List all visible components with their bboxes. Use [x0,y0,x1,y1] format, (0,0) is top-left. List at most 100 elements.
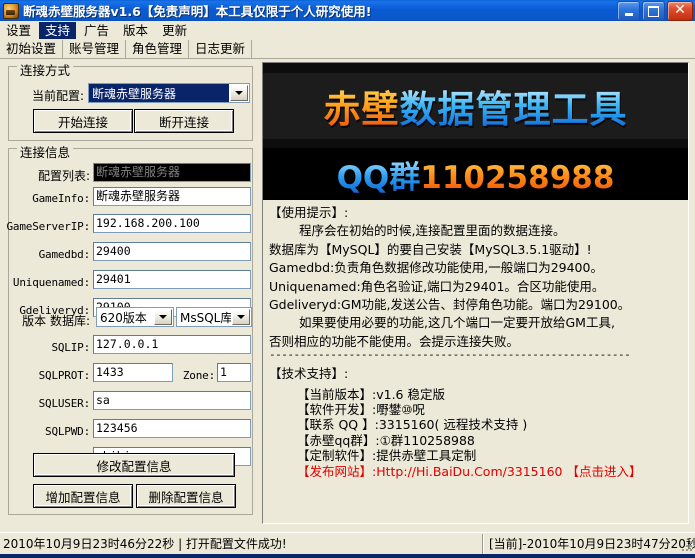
support-row-qqgroup: 【赤壁qq群】:①群110258988 [297,433,682,448]
config-list-label: 配置列表: [20,167,90,184]
tab-role-management[interactable]: 角色管理 [126,40,189,58]
tips-line-1: 程序会在初始的时候,连接配置里面的数据连接。 [269,222,682,240]
tab-strip: 初始设置 账号管理 角色管理 日志更新 [0,39,695,59]
application-window: 断魂赤壁服务器v1.6【免责声明】本工具仅限于个人研究使用! ✕ 设置 支持 广… [0,0,695,558]
divider: ----------------------------------------… [269,350,682,360]
chevron-down-icon[interactable] [230,85,248,101]
add-config-button[interactable]: 增加配置信息 [33,484,133,508]
support-row-developer: 【软件开发】:嘢鐢⑩呪 [297,402,682,417]
uniquenamed-input[interactable]: 29401 [93,270,251,289]
tab-initial-settings[interactable]: 初始设置 [0,40,63,58]
menu-item-version[interactable]: 版本 [117,22,154,39]
sqluser-label: SQLUSER: [10,397,90,410]
banner-qq-row: QQ群110258988 [263,148,688,200]
tips-line-5: Gdeliveryd:GM功能,发送公告、封停角色功能。端口为29100。 [269,296,682,314]
sqlpwd-input[interactable]: 123456 [93,419,251,438]
version-combobox[interactable]: 620版本 [96,307,174,327]
tips-heading: 【使用提示】: [269,204,682,222]
gameinfo-label: GameInfo: [10,192,90,205]
info-pane: 赤壁数据管理工具 QQ群110258988 【使用提示】: 程序会在初始的时候,… [262,62,689,524]
status-bar: 2010年10月9日23时46分22秒 | 打开配置文件成功! [当前]-201… [0,532,695,554]
support-key-version: 【当前版本】: [297,387,376,402]
banner-title-part2: 数据管理工具 [400,88,628,131]
banner-title: 赤壁数据管理工具 [324,79,628,133]
sqluser-input[interactable]: sa [93,391,251,410]
banner-title-row: 赤壁数据管理工具 [263,63,688,148]
status-message: 2010年10月9日23时46分22秒 | 打开配置文件成功! [0,534,483,554]
support-key-developer: 【软件开发】: [297,402,376,417]
menu-item-support[interactable]: 支持 [39,22,76,39]
tips-line-4: Uniquenamed:角色名验证,端口为29401。合区功能使用。 [269,278,682,296]
current-config-value: 断魂赤壁服务器 [89,84,229,102]
tips-line-2: 数据库为【MySQL】的要自己安装【MySQL3.5.1驱动】! [269,241,682,259]
tab-log-update[interactable]: 日志更新 [189,40,252,58]
gameserverip-label: GameServerIP: [2,220,90,233]
support-heading: 【技术支持】: [269,365,682,383]
database-combobox[interactable]: MsSQL库 [176,307,252,327]
config-list-listbox[interactable]: 断魂赤壁服务器 [93,163,251,182]
menu-item-update[interactable]: 更新 [156,22,193,39]
support-value-version: v1.6 稳定版 [376,387,445,402]
support-value-custom: 提供赤壁工具定制 [376,448,476,463]
banner-qq-group: QQ群110258988 [337,152,615,197]
zone-input[interactable]: 1 [217,363,251,382]
minimize-button[interactable] [617,1,640,21]
support-value-developer: 嘢鐢⑩呪 [376,402,425,417]
maximize-button[interactable] [642,1,665,21]
current-config-label: 当前配置: [12,87,84,104]
sqlip-label: SQLIP: [18,341,90,354]
version-db-label: 版本 数据库: [14,312,90,329]
sqlprot-label: SQLPROT: [10,369,90,382]
current-config-combobox[interactable]: 断魂赤壁服务器 [88,83,250,103]
tips-line-3: Gamedbd:负责角色数据修改功能使用,一般端口为29400。 [269,259,682,277]
delete-config-button[interactable]: 删除配置信息 [136,484,236,508]
app-icon [3,3,19,19]
support-key-qq: 【联系 QQ 】: [297,417,379,432]
disconnect-button[interactable]: 断开连接 [134,109,234,133]
connection-method-group-title: 连接方式 [17,60,73,79]
banner-qq-number: 110258988 [420,160,614,196]
tips-line-6: 如果要使用必要的功能,这几个端口一定要开放给GM工具, [269,314,682,332]
support-details: 【当前版本】:v1.6 稳定版 【软件开发】:嘢鐢⑩呪 【联系 QQ 】:331… [269,387,682,479]
gameserverip-input[interactable]: 192.168.200.100 [93,214,251,233]
support-key-custom: 【定制软件】: [297,448,376,463]
support-key-website: 【发布网站】: [297,464,376,479]
support-value-qqgroup: ①群110258988 [380,433,475,448]
sqlip-input[interactable]: 127.0.0.1 [93,335,251,354]
chevron-down-icon-database[interactable] [232,309,250,325]
resize-grip-icon[interactable] [680,539,694,553]
sqlpwd-label: SQLPWD: [14,425,90,438]
taskbar-strip [0,554,695,558]
sqlprot-input[interactable]: 1433 [93,363,173,382]
connection-info-group-title: 连接信息 [17,142,73,161]
menu-item-ads[interactable]: 广告 [78,22,115,39]
support-row-qq: 【联系 QQ 】:3315160( 远程技术支持 ) [297,417,682,432]
gamedbd-input[interactable]: 29400 [93,242,251,261]
support-row-version: 【当前版本】:v1.6 稳定版 [297,387,682,402]
support-key-qqgroup: 【赤壁qq群】: [297,433,380,448]
close-button[interactable]: ✕ [667,1,693,21]
window-controls: ✕ [617,1,693,21]
banner-qq-label: QQ群 [337,160,421,196]
window-title: 断魂赤壁服务器v1.6【免责声明】本工具仅限于个人研究使用! [23,1,372,20]
promo-banner: 赤壁数据管理工具 QQ群110258988 [263,63,688,200]
menu-item-settings[interactable]: 设置 [0,22,37,39]
modify-config-button[interactable]: 修改配置信息 [33,453,235,477]
support-row-custom: 【定制软件】:提供赤壁工具定制 [297,448,682,463]
gamedbd-label: Gamedbd: [10,248,90,261]
zone-label: Zone: [177,369,215,382]
title-bar: 断魂赤壁服务器v1.6【免责声明】本工具仅限于个人研究使用! ✕ [0,0,695,21]
start-connection-button[interactable]: 开始连接 [33,109,133,133]
uniquenamed-label: Uniquenamed: [4,276,90,289]
close-icon: ✕ [674,3,686,17]
status-current-time: [当前]-2010年10月9日23时47分20秒 [483,534,695,554]
support-row-website[interactable]: 【发布网站】:Http://Hi.BaiDu.Com/3315160 【点击进入… [297,464,682,479]
tab-account-management[interactable]: 账号管理 [63,40,126,58]
menu-bar: 设置 支持 广告 版本 更新 [0,21,695,39]
version-value: 620版本 [97,308,153,326]
support-value-website[interactable]: Http://Hi.BaiDu.Com/3315160 【点击进入】 [376,464,641,479]
gameinfo-input[interactable]: 断魂赤壁服务器 [93,187,251,206]
chevron-down-icon-version[interactable] [154,309,172,325]
usage-info-text: 【使用提示】: 程序会在初始的时候,连接配置里面的数据连接。 数据库为【MySQ… [263,200,688,523]
banner-title-part1: 赤壁 [324,88,400,131]
